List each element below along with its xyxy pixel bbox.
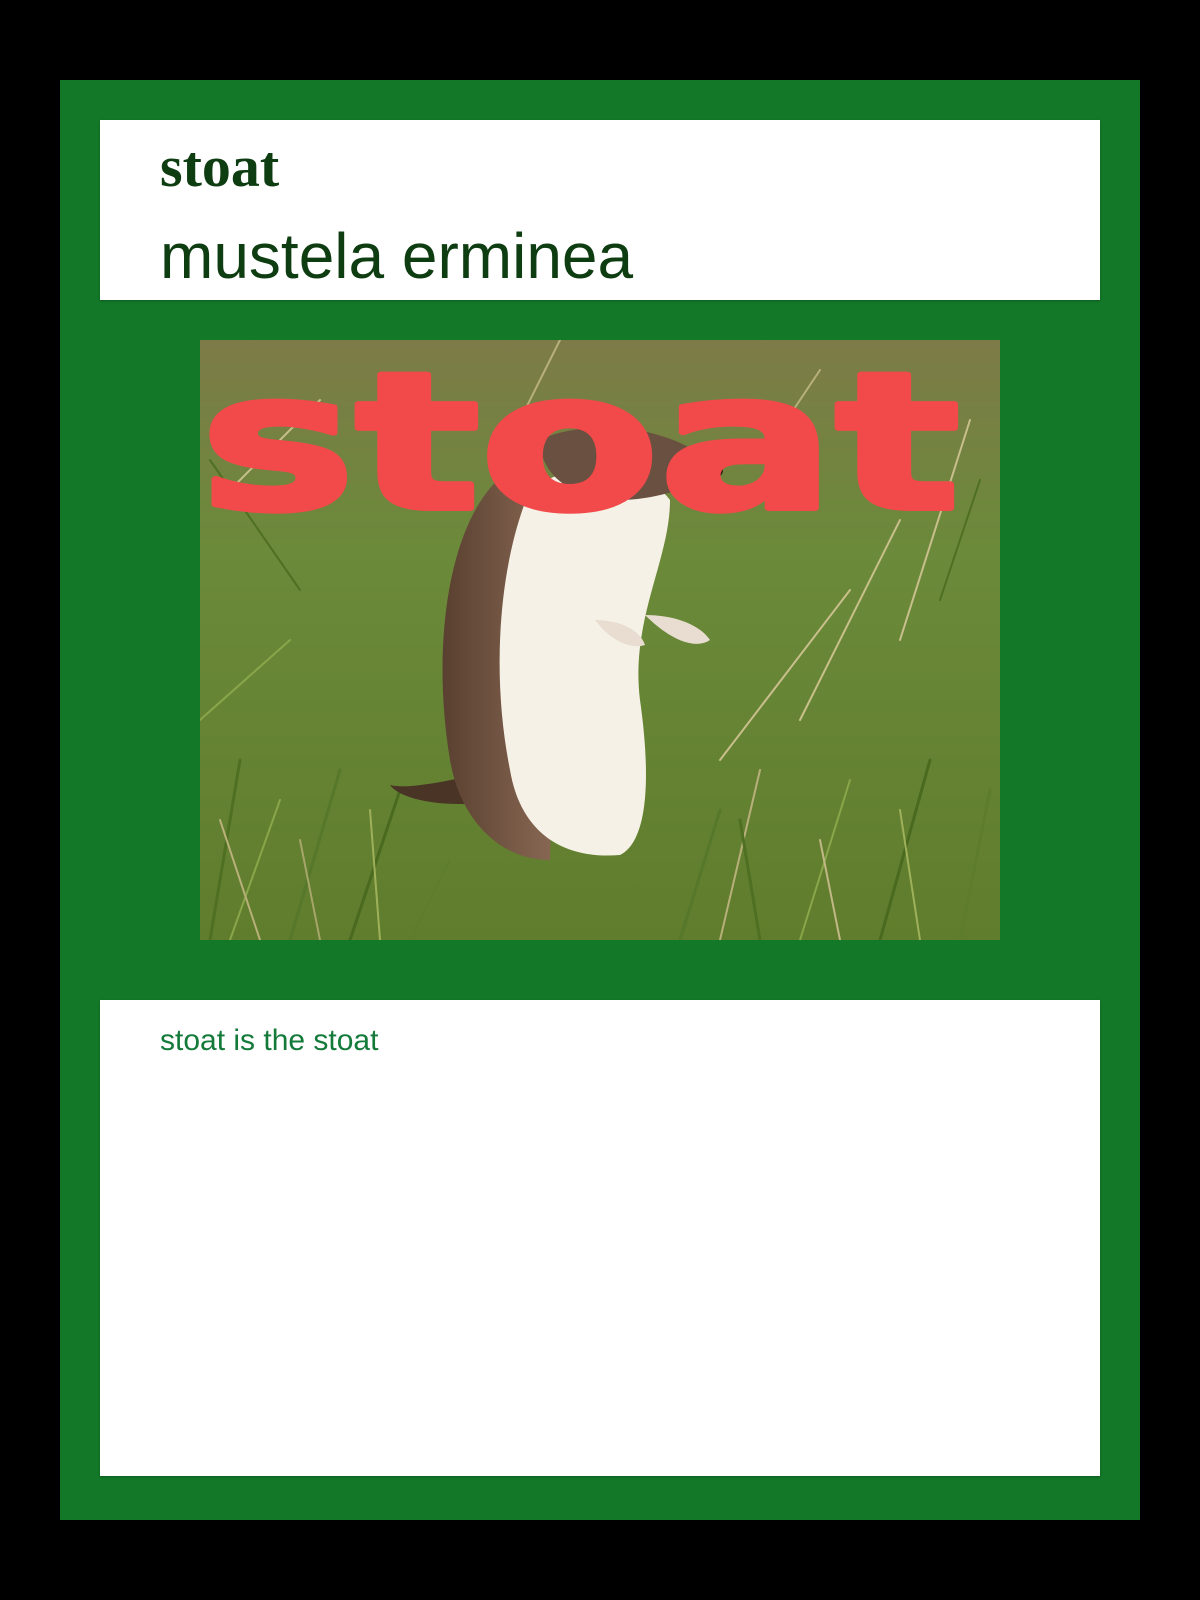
- photo-overlay-label: stoat: [200, 340, 960, 553]
- photo-illustration: stoat: [200, 340, 1000, 940]
- species-card: stoat mustela erminea stoat stoat is the…: [60, 80, 1140, 1520]
- description-text: stoat is the stoat: [160, 1024, 379, 1057]
- title-panel: stoat mustela erminea: [100, 120, 1100, 300]
- common-name: stoat: [160, 134, 280, 199]
- latin-name: mustela erminea: [160, 220, 634, 292]
- description-panel: stoat is the stoat: [100, 1000, 1100, 1476]
- stoat-photo: stoat: [200, 340, 1000, 940]
